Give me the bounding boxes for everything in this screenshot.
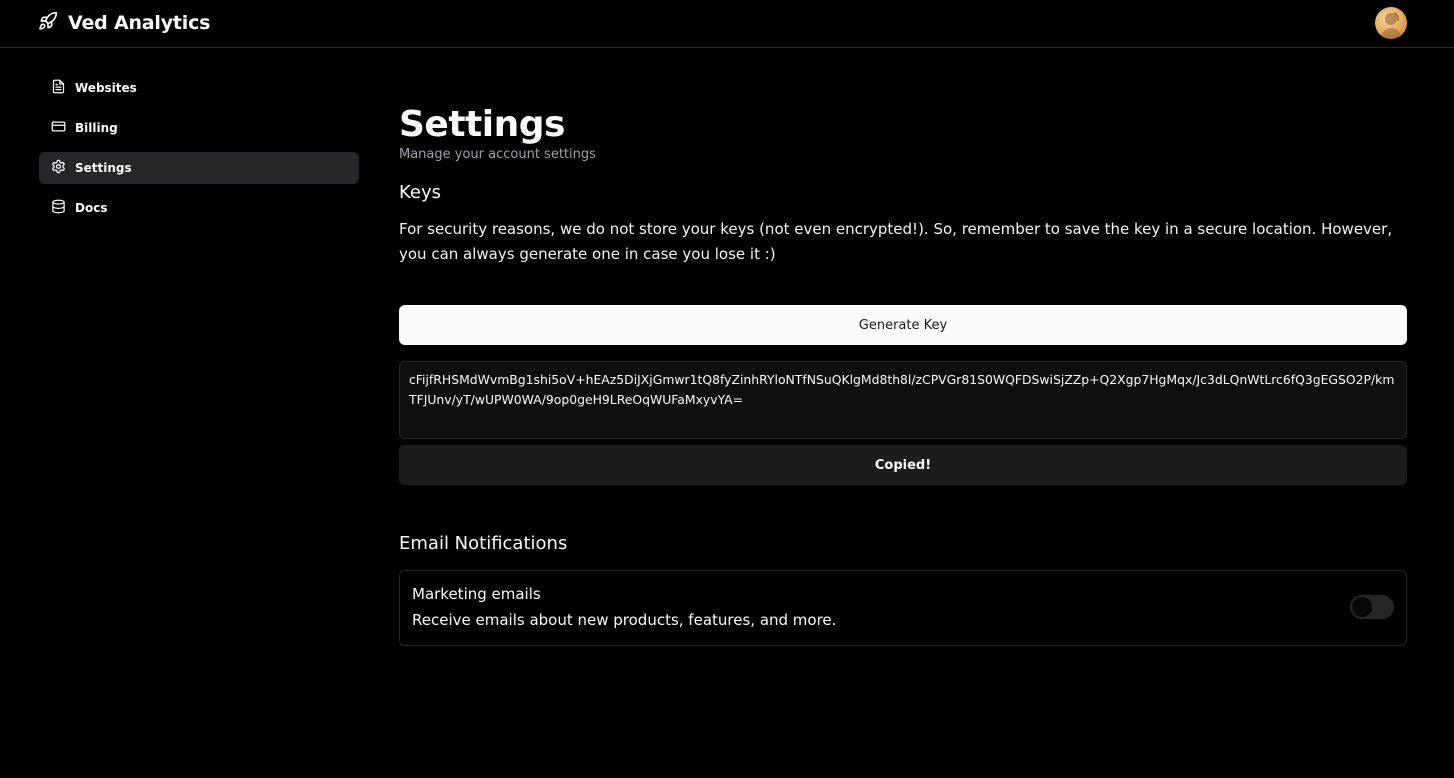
database-icon [51,199,66,217]
sidebar-item-label: Settings [75,161,132,175]
sidebar-item-label: Websites [75,81,137,95]
sidebar-item-label: Docs [75,201,108,215]
api-key-display[interactable]: cFijfRHSMdWvmBg1shi5oV+hEAz5DiJXjGmwr1tQ… [399,361,1407,439]
generate-key-button[interactable]: Generate Key [399,305,1407,345]
sidebar-item-settings[interactable]: Settings [39,152,359,184]
email-section-title: Email Notifications [399,533,568,554]
credit-card-icon [51,119,66,137]
rocket-icon [38,11,58,35]
toggle-knob [1352,597,1372,617]
sidebar-item-label: Billing [75,121,118,135]
brand[interactable]: Ved Analytics [38,10,210,36]
sidebar-item-billing[interactable]: Billing [39,112,359,144]
main-content: Settings Manage your account settings Ke… [399,104,1407,646]
keys-description: For security reasons, we do not store yo… [399,220,1393,263]
top-header: Ved Analytics [0,0,1454,48]
sidebar: Websites Billing Settings Docs [39,72,359,232]
marketing-emails-card: Marketing emails Receive emails about ne… [399,570,1407,646]
app-name: Ved Analytics [68,12,211,34]
page-title: Settings [399,104,565,145]
page-subtitle: Manage your account settings [399,147,596,162]
sidebar-item-websites[interactable]: Websites [39,72,359,104]
marketing-emails-description: Receive emails about new products, featu… [412,611,837,629]
marketing-emails-toggle[interactable] [1350,595,1394,619]
user-avatar[interactable] [1375,7,1407,39]
keys-section-title: Keys [399,182,442,203]
file-text-icon [51,79,66,97]
marketing-emails-label: Marketing emails [412,585,541,603]
sidebar-item-docs[interactable]: Docs [39,192,359,224]
gear-icon [51,159,66,177]
copy-key-button[interactable]: Copied! [399,445,1407,485]
